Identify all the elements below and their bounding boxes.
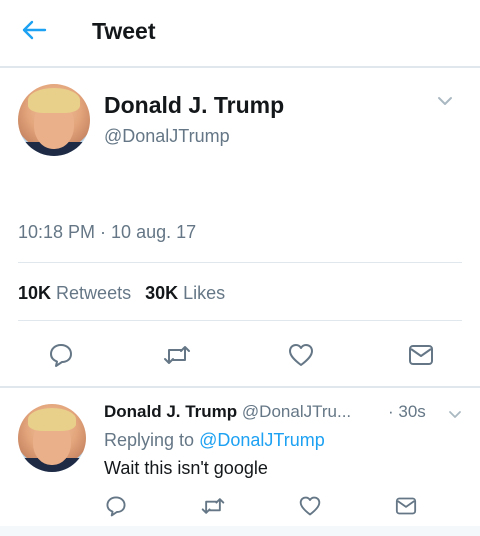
retweets-label[interactable]: Retweets (56, 283, 131, 303)
likes-label[interactable]: Likes (183, 283, 225, 303)
retweet-icon (200, 494, 226, 518)
author-handle[interactable]: @DonalJTrump (104, 126, 230, 147)
avatar[interactable] (18, 84, 90, 156)
section-divider (0, 386, 480, 388)
chevron-down-icon[interactable] (448, 407, 462, 418)
replying-to-label: Replying to (104, 430, 195, 450)
tweet-detail-screen: Tweet Donald J. Trump @DonalJTrump 10:18… (0, 0, 480, 536)
author-name[interactable]: Donald J. Trump (104, 92, 284, 119)
chevron-down-icon[interactable] (436, 94, 454, 108)
reply-text: Wait this isn't google (104, 458, 268, 478)
tweet-timestamp[interactable]: 10:18 PM · 10 aug. 17 (18, 222, 196, 243)
reply-message-button[interactable] (392, 492, 420, 520)
back-button[interactable] (16, 14, 52, 50)
reply-icon (104, 494, 128, 518)
reply-reply-button[interactable] (102, 492, 130, 520)
reply-header: Donald J. Trump @DonalJTru... (104, 402, 351, 422)
divider (18, 262, 462, 263)
heart-icon (298, 495, 322, 517)
reply-avatar[interactable] (18, 404, 86, 472)
reply-icon (47, 341, 75, 369)
replying-to: Replying to @DonalJTrump (104, 430, 325, 451)
heart-icon (287, 342, 315, 368)
message-button[interactable] (404, 338, 438, 372)
reply-button[interactable] (44, 338, 78, 372)
top-bar: Tweet (0, 0, 480, 68)
reply-retweet-button[interactable] (198, 492, 228, 520)
retweet-icon (162, 341, 192, 369)
envelope-icon (407, 343, 435, 367)
tweet-stats: 10K Retweets 30K Likes (18, 283, 225, 304)
reply-author-name[interactable]: Donald J. Trump (104, 402, 237, 421)
arrow-left-icon (21, 19, 47, 46)
retweet-button[interactable] (160, 338, 194, 372)
reply-time[interactable]: · 30s (388, 402, 426, 422)
page-title: Tweet (92, 18, 156, 44)
likes-count[interactable]: 30K (145, 283, 178, 303)
replying-to-mention[interactable]: @DonalJTrump (199, 430, 325, 450)
envelope-icon (394, 496, 418, 516)
retweets-count[interactable]: 10K (18, 283, 51, 303)
like-button[interactable] (284, 338, 318, 372)
reply-like-button[interactable] (296, 492, 324, 520)
divider (18, 320, 462, 321)
bottom-edge (0, 526, 480, 536)
reply-author-handle[interactable]: @DonalJTru... (242, 402, 351, 421)
